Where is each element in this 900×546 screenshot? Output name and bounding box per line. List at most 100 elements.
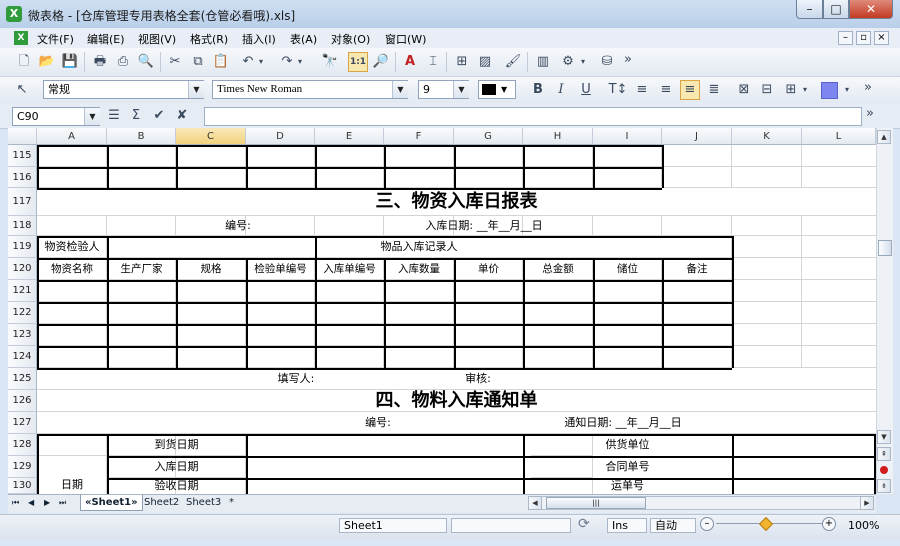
select-arrow-icon[interactable]: ↖ [12,80,32,100]
mdi-restore-button[interactable]: ▫ [856,31,871,45]
scroll-right-icon[interactable]: ▶ [860,496,874,510]
border-style-icon[interactable]: ⊞ [781,80,801,100]
row-header[interactable]: 116 [8,167,37,188]
next-sheet-icon[interactable]: ▶ [44,495,50,510]
scroll-page-up-icon[interactable]: ⇞ [877,447,891,461]
undo-dropdown-icon[interactable]: ▾ [256,52,266,72]
mdi-minimize-button[interactable]: – [838,31,853,45]
redo-icon[interactable]: ↷ [277,52,297,72]
split-cells-icon[interactable]: ⊟ [757,80,777,100]
database-icon[interactable]: ⛁ [597,52,617,72]
format-painter-icon[interactable]: 🖌 [503,52,523,72]
menu-insert[interactable]: 插入(I) [242,31,276,47]
document-icon[interactable]: X [14,31,28,45]
row-header[interactable]: 129 [8,456,37,478]
row-header[interactable]: 118 [8,216,37,236]
merged-cell[interactable] [37,412,876,433]
row-header[interactable]: 122 [8,302,37,324]
zoom-100-icon[interactable]: 1:1 [348,52,368,72]
sheet-tab-active[interactable]: «Sheet1» [80,495,143,511]
column-header[interactable]: J [662,128,732,145]
formula-overflow-icon[interactable]: » [864,104,876,124]
style-select[interactable]: 常规 [43,80,204,99]
minimize-button[interactable]: – [796,0,823,19]
first-sheet-icon[interactable]: ⏮ [12,495,19,510]
prev-sheet-icon[interactable]: ◀ [28,495,34,510]
print-icon[interactable]: 🖶 [90,52,110,72]
toolbar2-overflow-icon[interactable]: » [862,78,874,98]
find-binoculars-icon[interactable]: 🔭 [320,52,340,72]
column-header[interactable]: I [593,128,662,145]
column-header[interactable]: F [384,128,454,145]
menu-file[interactable]: 文件(F) [37,31,74,47]
copy-icon[interactable]: ⧉ [188,52,208,72]
row-header[interactable]: 117 [8,188,37,216]
style-dropdown-icon[interactable]: ▼ [188,81,204,98]
row-header[interactable]: 130 [8,478,37,494]
font-dropdown-icon[interactable]: ▼ [392,81,408,98]
sum-icon[interactable]: Σ [126,106,146,126]
merged-cell[interactable] [107,237,315,257]
formula-input[interactable] [204,107,862,126]
column-header[interactable]: E [315,128,384,145]
maximize-button[interactable]: □ [823,0,849,19]
row-header[interactable]: 126 [8,390,37,412]
font-size-dropdown-icon[interactable]: ▼ [453,81,469,98]
column-header[interactable]: C [176,128,246,145]
bold-icon[interactable]: B [528,80,548,100]
row-header[interactable]: 115 [8,145,37,167]
cut-icon[interactable]: ✂ [165,52,185,72]
column-header[interactable]: H [523,128,593,145]
menu-table[interactable]: 表(A) [290,31,317,47]
cell-reference-dropdown-icon[interactable]: ▼ [84,108,100,125]
align-left-icon[interactable]: ≡ [632,80,652,100]
undo-icon[interactable]: ↶ [238,52,258,72]
close-button[interactable]: ✕ [849,0,893,19]
menu-window[interactable]: 窗口(W) [385,31,426,47]
save-icon[interactable]: 💾 [60,52,80,72]
sheet-tab[interactable]: Sheet3 [186,495,221,510]
select-all-corner[interactable] [8,128,37,145]
justify-icon[interactable]: ≣ [704,80,724,100]
scroll-page-down-icon[interactable]: ⇟ [877,479,891,493]
export-pdf-icon[interactable]: ⎙ [113,52,133,72]
align-center-icon[interactable]: ≡ [680,80,700,100]
border-dropdown-icon[interactable]: ▾ [800,80,810,100]
scroll-left-icon[interactable]: ◀ [528,496,542,510]
cancel-icon[interactable]: ✘ [172,106,192,126]
italic-icon[interactable]: I [551,80,571,100]
menu-edit[interactable]: 编辑(E) [87,31,125,47]
status-calc-mode[interactable]: 自动 [650,518,696,533]
redo-dropdown-icon[interactable]: ▾ [295,52,305,72]
scroll-down-icon[interactable]: ▼ [877,430,891,444]
borders-grid-icon[interactable]: ⊞ [452,52,472,72]
zoom-out-icon[interactable]: – [700,517,714,531]
column-header[interactable]: K [732,128,802,145]
vertical-scroll-thumb[interactable] [878,240,892,256]
underline-icon[interactable]: U [576,80,596,100]
column-header[interactable]: D [246,128,315,145]
mdi-close-button[interactable]: × [874,31,889,45]
last-sheet-icon[interactable]: ⏭ [59,495,66,510]
align-right-icon[interactable]: ≡ [656,80,676,100]
menu-view[interactable]: 视图(V) [138,31,176,47]
menu-format[interactable]: 格式(R) [190,31,228,47]
merged-cell[interactable] [246,434,531,494]
status-insert-mode[interactable]: Ins [607,518,647,533]
row-header[interactable]: 128 [8,434,37,456]
column-header[interactable]: G [454,128,523,145]
column-header[interactable]: L [802,128,876,145]
accept-icon[interactable]: ✔ [149,106,169,126]
menu-object[interactable]: 对象(O) [331,31,370,47]
zoom-in-icon[interactable]: + [822,517,836,531]
formula-list-icon[interactable]: ☰ [104,106,124,126]
row-header[interactable]: 125 [8,368,37,390]
chart-icon[interactable]: ▥ [533,52,553,72]
add-sheet-tab[interactable]: * [229,495,234,510]
row-header[interactable]: 124 [8,346,37,368]
text-color-icon[interactable]: A [400,52,420,72]
column-header[interactable]: A [37,128,107,145]
row-header[interactable]: 121 [8,280,37,302]
print-preview-icon[interactable]: 🔍 [136,52,156,72]
row-header[interactable]: 119 [8,236,37,258]
